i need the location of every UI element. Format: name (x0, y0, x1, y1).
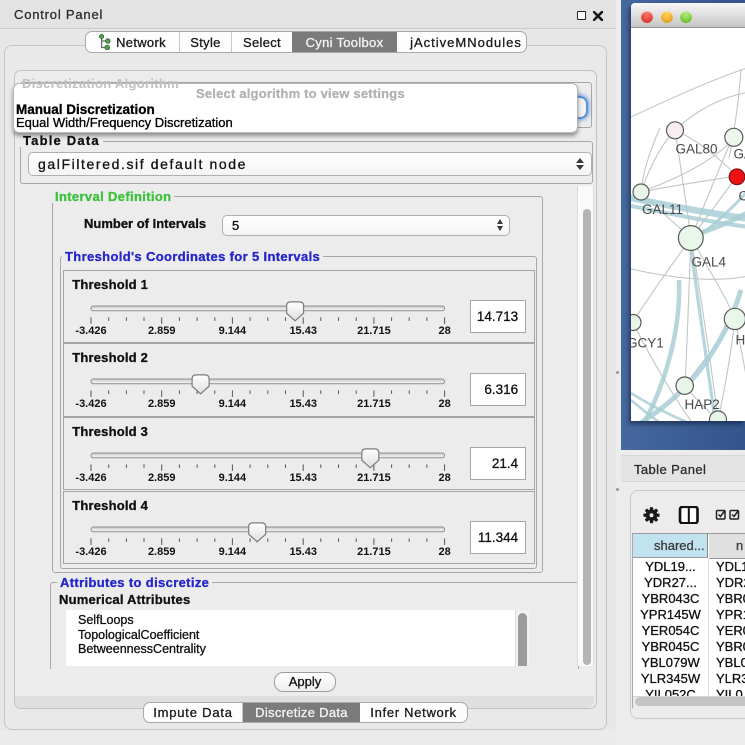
svg-text:28: 28 (439, 325, 451, 337)
svg-text:9.144: 9.144 (219, 325, 247, 337)
svg-text:15.43: 15.43 (290, 399, 318, 411)
svg-text:15.43: 15.43 (290, 472, 318, 484)
svg-text:-3.426: -3.426 (76, 546, 107, 558)
svg-text:9.144: 9.144 (219, 472, 247, 484)
svg-text:9.144: 9.144 (219, 399, 247, 411)
svg-text:28: 28 (439, 472, 451, 484)
svg-text:2.859: 2.859 (148, 546, 176, 558)
svg-text:C: C (739, 189, 745, 204)
svg-text:2.859: 2.859 (148, 325, 176, 337)
svg-text:2.859: 2.859 (148, 472, 176, 484)
svg-text:9.144: 9.144 (219, 546, 247, 558)
svg-text:28: 28 (439, 546, 451, 558)
svg-text:15.43: 15.43 (290, 325, 318, 337)
svg-text:HA: HA (736, 333, 745, 348)
svg-text:GA: GA (734, 147, 745, 162)
svg-text:2.859: 2.859 (148, 399, 176, 411)
svg-text:21.715: 21.715 (357, 325, 391, 337)
svg-text:15.43: 15.43 (290, 546, 318, 558)
svg-text:21.715: 21.715 (357, 399, 391, 411)
svg-text:-3.426: -3.426 (76, 472, 107, 484)
svg-text:21.715: 21.715 (357, 472, 391, 484)
svg-text:GAL4: GAL4 (692, 255, 727, 270)
svg-text:-3.426: -3.426 (76, 399, 107, 411)
svg-text:28: 28 (439, 399, 451, 411)
svg-text:GAL11: GAL11 (642, 202, 683, 217)
svg-text:21.715: 21.715 (357, 546, 391, 558)
svg-text:GAL80: GAL80 (676, 142, 718, 157)
svg-text:HAP2: HAP2 (685, 397, 720, 412)
svg-text:-3.426: -3.426 (76, 325, 107, 337)
svg-text:GCY1: GCY1 (631, 336, 664, 351)
